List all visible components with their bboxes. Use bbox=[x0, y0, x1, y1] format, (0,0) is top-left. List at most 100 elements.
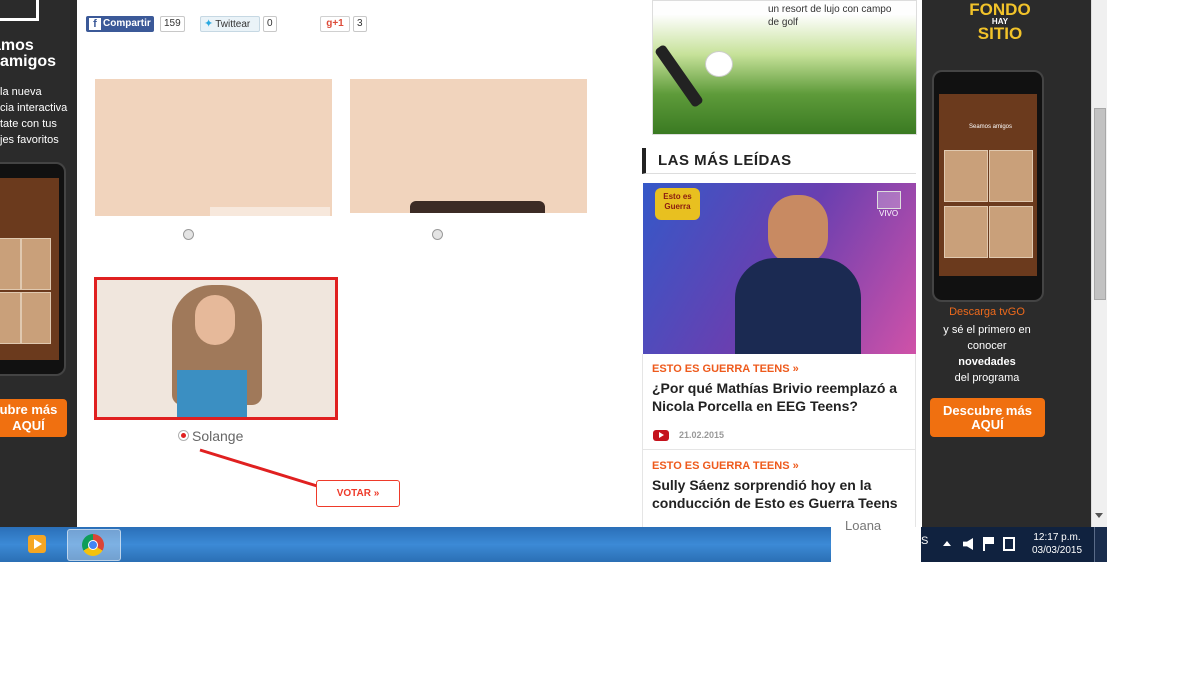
action-center-flag-icon[interactable] bbox=[983, 537, 995, 551]
article-tag[interactable]: ESTO ES GUERRA TEENS » bbox=[652, 363, 799, 375]
google-plus-button[interactable]: g+1 bbox=[320, 16, 350, 32]
tv-logo-icon bbox=[877, 191, 901, 209]
logo-icon bbox=[0, 0, 39, 21]
live-badge: VIVO bbox=[879, 209, 899, 218]
left-ad-line: jes favoritos bbox=[0, 134, 59, 146]
phone-mockup: Seamos amigos bbox=[932, 70, 1044, 302]
download-text: Descarga tvGO bbox=[949, 306, 1025, 318]
google-plus-label: +1 bbox=[332, 18, 344, 29]
photo-top bbox=[177, 370, 247, 417]
clock[interactable]: 12:17 p.m. 03/03/2015 bbox=[1027, 531, 1087, 557]
volume-icon[interactable] bbox=[963, 538, 973, 550]
play-icon bbox=[34, 539, 42, 549]
right-ad-body: y sé el primero en conocer novedades del… bbox=[922, 322, 1052, 386]
google-plus-count: 3 bbox=[353, 16, 367, 32]
twitter-label: Twittear bbox=[215, 19, 251, 30]
body-line: del programa bbox=[954, 372, 1020, 384]
facebook-label: Compartir bbox=[103, 18, 151, 29]
left-ad-text: la nueva cia interactiva tate con tus je… bbox=[0, 84, 77, 148]
photo-face bbox=[195, 295, 235, 345]
tooltip-text: Loana bbox=[845, 518, 882, 533]
logo-line: FONDO bbox=[969, 0, 1031, 19]
video-icon bbox=[653, 430, 669, 441]
selected-contestant-photo[interactable] bbox=[94, 277, 338, 420]
left-promo-ad[interactable]: amos amigos la nueva cia interactiva tat… bbox=[0, 0, 77, 527]
discover-more-button[interactable]: Descubre más AQUÍ bbox=[930, 398, 1045, 437]
contestant-thumbnail bbox=[21, 238, 51, 290]
show-logo: Esto es Guerra bbox=[655, 188, 700, 220]
media-player-icon bbox=[28, 535, 46, 553]
golf-resort-ad[interactable]: un resort de lujo con campo de golf bbox=[652, 0, 917, 135]
vote-button[interactable]: VOTAR » bbox=[316, 480, 400, 507]
article-date: 21.02.2015 bbox=[679, 430, 725, 440]
left-ad-line: cia interactiva bbox=[0, 102, 68, 114]
scroll-down-icon[interactable] bbox=[1095, 513, 1103, 518]
vote-radio-selected[interactable] bbox=[178, 430, 189, 441]
contestant-photo[interactable] bbox=[350, 79, 587, 213]
tray-letter: S bbox=[921, 535, 929, 547]
contestant-thumbnail bbox=[944, 206, 988, 258]
contestant-thumbnail bbox=[21, 292, 51, 344]
twitter-icon: ✦ bbox=[204, 18, 214, 30]
logo-line: SITIO bbox=[977, 24, 1023, 43]
chrome-icon bbox=[82, 534, 104, 556]
article-card[interactable]: ESTO ES GUERRA TEENS » ¿Por qué Mathías … bbox=[642, 354, 916, 450]
twitter-count: 0 bbox=[263, 16, 277, 32]
photo-edge bbox=[210, 207, 330, 216]
contestant-thumbnail bbox=[0, 238, 21, 290]
presenter-shirt bbox=[735, 258, 861, 354]
vote-radio[interactable] bbox=[432, 229, 443, 240]
body-line: conocer bbox=[967, 340, 1007, 352]
facebook-icon: f bbox=[89, 18, 101, 30]
play-icon bbox=[659, 432, 664, 438]
contestant-thumbnail bbox=[989, 150, 1033, 202]
phone-mockup bbox=[0, 162, 66, 376]
media-player-task-button[interactable] bbox=[18, 529, 60, 559]
discover-more-button[interactable]: ubre más AQUÍ bbox=[0, 399, 67, 437]
golf-ball-icon bbox=[705, 51, 733, 77]
scrollbar-thumb[interactable] bbox=[1094, 108, 1106, 300]
article-card[interactable]: ESTO ES GUERRA TEENS » Sully Sáenz sorpr… bbox=[642, 450, 916, 527]
windows-taskbar bbox=[0, 527, 831, 562]
facebook-share-button[interactable]: f Compartir bbox=[86, 16, 154, 32]
right-promo-ad[interactable]: FONDO HAY SITIO Seamos amigos Descarga t… bbox=[922, 0, 1091, 527]
section-header: LAS MÁS LEÍDAS bbox=[642, 148, 916, 174]
contestant-photo[interactable] bbox=[95, 79, 332, 216]
contestant-thumbnail bbox=[989, 206, 1033, 258]
contestant-thumbnail bbox=[944, 150, 988, 202]
chrome-icon-center bbox=[88, 540, 98, 550]
contestant-thumbnail bbox=[0, 292, 21, 344]
golf-ad-text: un resort de lujo con campo de golf bbox=[768, 4, 892, 28]
photo-detail bbox=[410, 201, 545, 213]
chrome-task-button[interactable] bbox=[67, 529, 121, 561]
article-tag[interactable]: ESTO ES GUERRA TEENS » bbox=[652, 460, 799, 472]
article-headline[interactable]: Sully Sáenz sorprendió hoy en la conducc… bbox=[652, 476, 907, 512]
vertical-scrollbar[interactable] bbox=[1091, 0, 1107, 527]
show-hidden-icons[interactable] bbox=[943, 541, 951, 546]
radio-dot bbox=[181, 433, 186, 438]
left-ad-title: amos amigos bbox=[0, 37, 57, 70]
phone-screen-title: Seamos amigos bbox=[969, 124, 1013, 130]
article-headline[interactable]: ¿Por qué Mathías Brivio reemplazó a Nico… bbox=[652, 379, 907, 415]
vote-radio[interactable] bbox=[183, 229, 194, 240]
fondo-hay-sitio-logo: FONDO HAY SITIO bbox=[960, 0, 1040, 43]
flag-shape bbox=[985, 537, 994, 544]
clock-time: 12:17 p.m. bbox=[1033, 532, 1081, 543]
clock-date: 03/03/2015 bbox=[1031, 545, 1083, 556]
left-ad-line: tate con tus bbox=[0, 118, 57, 130]
network-icon[interactable] bbox=[1003, 537, 1015, 551]
body-line: novedades bbox=[958, 356, 1016, 368]
golf-club-icon bbox=[654, 43, 704, 109]
body-line: y sé el primero en bbox=[943, 324, 1031, 336]
phone-screen: Seamos amigos bbox=[939, 94, 1037, 276]
twitter-tweet-button[interactable]: ✦ Twittear bbox=[200, 16, 260, 32]
show-desktop-button[interactable] bbox=[1094, 527, 1107, 562]
facebook-count: 159 bbox=[160, 16, 185, 32]
system-tray: S 12:17 p.m. 03/03/2015 bbox=[921, 527, 1107, 562]
presenter-face bbox=[768, 195, 828, 265]
phone-screen bbox=[0, 178, 59, 360]
video-thumbnail[interactable]: Esto es Guerra VIVO bbox=[643, 183, 916, 354]
left-ad-line: la nueva bbox=[0, 86, 42, 98]
button-line: Descubre más bbox=[943, 403, 1032, 418]
section-title: LAS MÁS LEÍDAS bbox=[658, 152, 792, 169]
